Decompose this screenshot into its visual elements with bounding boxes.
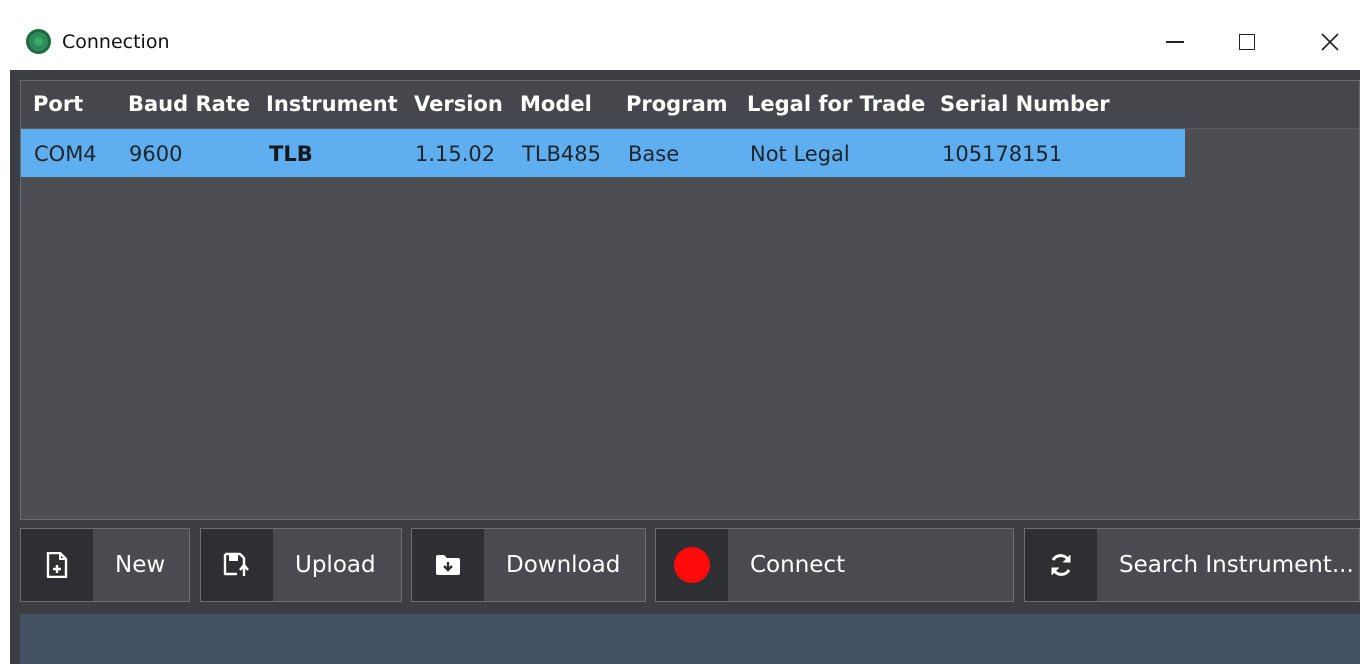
download-label: Download	[506, 552, 621, 578]
column-header-version[interactable]: Version	[414, 90, 503, 118]
minimize-button[interactable]	[1145, 14, 1205, 70]
maximize-icon	[1239, 34, 1255, 50]
upload-button[interactable]: Upload	[200, 528, 402, 602]
download-folder-icon	[412, 529, 484, 601]
record-dot-icon	[656, 529, 728, 601]
upload-label: Upload	[295, 552, 376, 578]
search-instrument-label: Search Instrument...	[1119, 552, 1354, 578]
column-header-program[interactable]: Program	[626, 90, 728, 118]
connection-window: Connection Port Baud Rate Instrument Ver…	[0, 0, 1360, 664]
column-header-port[interactable]: Port	[33, 90, 83, 118]
title-bar: Connection	[10, 14, 1360, 70]
download-button[interactable]: Download	[411, 528, 646, 602]
close-icon	[1321, 33, 1339, 51]
column-header-legal-for-trade[interactable]: Legal for Trade	[747, 90, 925, 118]
instrument-table: Port Baud Rate Instrument Version Model …	[20, 80, 1360, 520]
window-title: Connection	[62, 31, 170, 53]
table-header: Port Baud Rate Instrument Version Model …	[21, 81, 1359, 129]
column-header-baud-rate[interactable]: Baud Rate	[128, 90, 250, 118]
new-button[interactable]: New	[20, 528, 190, 602]
table-row[interactable]: COM4 9600 TLB 1.15.02 TLB485 Base Not Le…	[21, 129, 1185, 177]
maximize-button[interactable]	[1217, 14, 1277, 70]
column-header-model[interactable]: Model	[520, 90, 592, 118]
status-bar	[20, 614, 1360, 664]
connect-label: Connect	[750, 552, 846, 578]
new-file-icon	[21, 529, 93, 601]
new-label: New	[115, 552, 166, 578]
cell-serial-number: 105178151	[942, 142, 1063, 166]
connect-button[interactable]: Connect	[655, 528, 1014, 602]
cell-baud-rate: 9600	[129, 142, 183, 166]
cell-legal-for-trade: Not Legal	[750, 142, 850, 166]
column-header-instrument[interactable]: Instrument	[266, 90, 398, 118]
cell-model: TLB485	[522, 142, 602, 166]
cell-program: Base	[628, 142, 680, 166]
close-button[interactable]	[1300, 14, 1360, 70]
app-icon	[26, 29, 51, 54]
window-content: Port Baud Rate Instrument Version Model …	[10, 70, 1360, 664]
cell-instrument: TLB	[269, 142, 313, 166]
refresh-icon	[1025, 529, 1097, 601]
minimize-icon	[1166, 41, 1184, 43]
cell-port: COM4	[34, 142, 97, 166]
upload-save-icon	[201, 529, 273, 601]
cell-version: 1.15.02	[415, 142, 496, 166]
search-instrument-button[interactable]: Search Instrument...	[1024, 528, 1360, 602]
column-header-serial-number[interactable]: Serial Number	[940, 90, 1110, 118]
